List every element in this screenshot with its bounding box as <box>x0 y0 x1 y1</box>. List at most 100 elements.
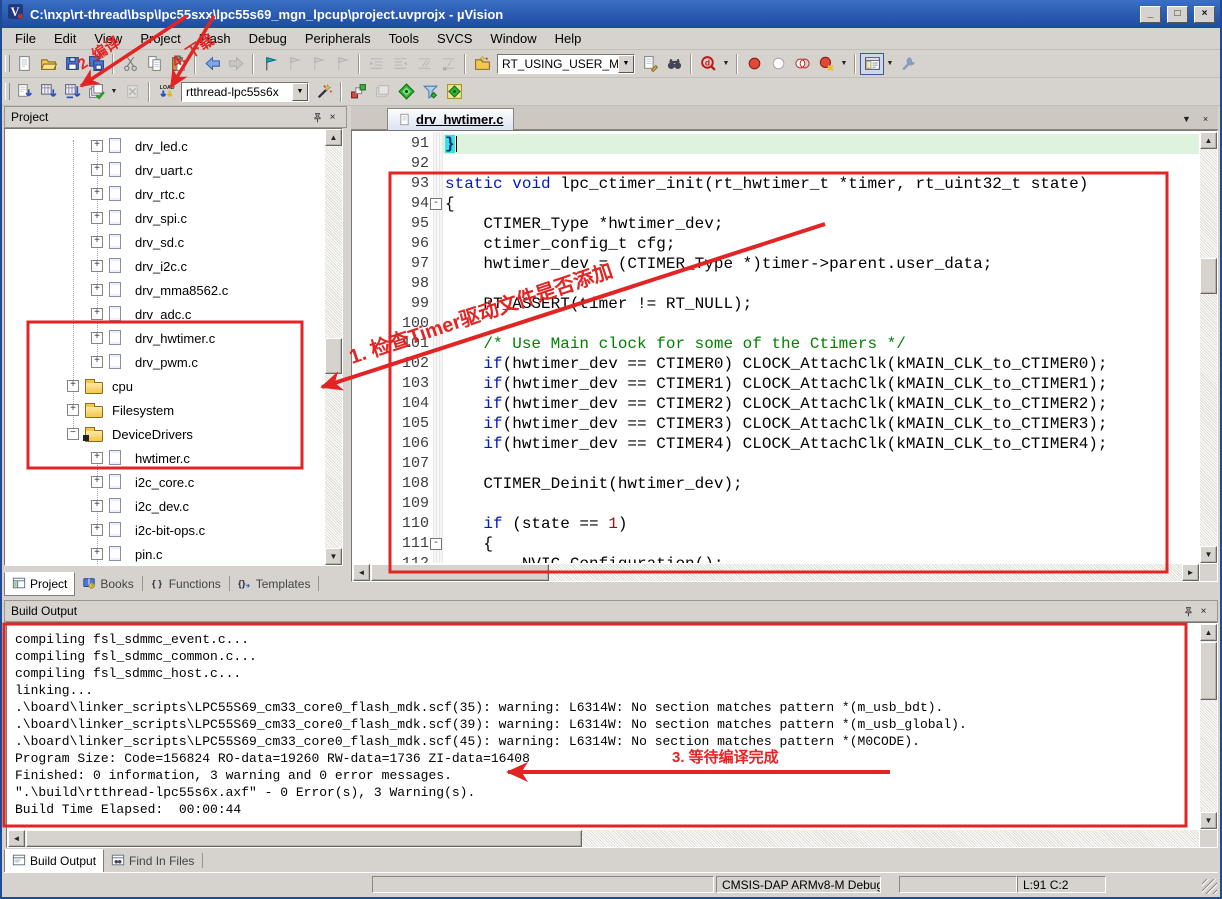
insert-bookmark-button[interactable] <box>258 53 282 75</box>
search-combobox-dropdown-icon[interactable]: ▼ <box>618 55 634 73</box>
resize-grip[interactable] <box>1202 879 1217 894</box>
target-combobox[interactable]: rtthread-lpc55s6x▼ <box>181 82 309 102</box>
fold-collapse-icon[interactable]: - <box>430 198 442 210</box>
quick-search-button[interactable]: d <box>696 53 720 75</box>
clear-bookmarks-button[interactable] <box>330 53 354 75</box>
panel-tab-books[interactable]: ?Books <box>75 572 140 596</box>
tree-scroll-down-icon[interactable]: ▼ <box>325 548 342 565</box>
tree-item-drv-led-c[interactable]: +drv_led.c <box>5 135 342 159</box>
build-scroll-down-icon[interactable]: ▼ <box>1200 812 1217 829</box>
tree-expand-icon[interactable]: + <box>91 140 103 152</box>
project-panel-close-icon[interactable]: × <box>325 110 340 124</box>
options-for-target-button[interactable] <box>312 81 336 103</box>
tree-expand-icon[interactable]: + <box>91 524 103 536</box>
editor-scroll-left-icon[interactable]: ◄ <box>353 564 370 581</box>
menu-view[interactable]: View <box>85 28 131 49</box>
previous-bookmark-button[interactable] <box>282 53 306 75</box>
tree-item-i2c-dev-c[interactable]: +i2c_dev.c <box>5 495 342 519</box>
tree-item-devicedrivers[interactable]: −DeviceDrivers <box>5 423 342 447</box>
tree-expand-icon[interactable]: + <box>91 260 103 272</box>
output-tab-find-in-files[interactable]: Find In Files <box>104 849 201 873</box>
build-output-close-icon[interactable]: × <box>1196 604 1211 618</box>
tree-expand-icon[interactable]: + <box>91 284 103 296</box>
tree-item-drv-rtc-c[interactable]: +drv_rtc.c <box>5 183 342 207</box>
panel-tab-templates[interactable]: {}Templates <box>231 572 318 596</box>
breakpoint-dropdown[interactable]: ▼ <box>838 53 850 75</box>
next-bookmark-button[interactable] <box>306 53 330 75</box>
editor-hscroll-thumb[interactable] <box>371 564 549 581</box>
tree-scroll-up-icon[interactable]: ▲ <box>325 129 342 146</box>
tree-item-drv-i2c-c[interactable]: +drv_i2c.c <box>5 255 342 279</box>
tree-item-pin-c[interactable]: +pin.c <box>5 543 342 566</box>
build-output-log[interactable]: compiling fsl_sdmmc_event.c...compiling … <box>9 625 1198 828</box>
tree-expand-icon[interactable]: − <box>67 428 79 440</box>
tree-item-i2c-core-c[interactable]: +i2c_core.c <box>5 471 342 495</box>
tree-expand-icon[interactable]: + <box>91 452 103 464</box>
save-all-button[interactable] <box>84 53 108 75</box>
unindent-button[interactable] <box>364 53 388 75</box>
tree-expand-icon[interactable]: + <box>91 476 103 488</box>
window-layout-dropdown[interactable]: ▼ <box>884 53 896 75</box>
open-file-button[interactable] <box>36 53 60 75</box>
menu-file[interactable]: File <box>6 28 45 49</box>
build-hscroll-thumb[interactable] <box>26 830 582 847</box>
batch-build-button[interactable] <box>84 81 108 103</box>
editor-scroll-down-icon[interactable]: ▼ <box>1200 546 1217 563</box>
batch-build-dropdown[interactable]: ▼ <box>108 81 120 103</box>
kill-all-breakpoints-button[interactable] <box>814 53 838 75</box>
code-view[interactable]: 91}9293static void lpc_ctimer_init(rt_hw… <box>353 132 1199 563</box>
find-button[interactable] <box>662 53 686 75</box>
tree-expand-icon[interactable]: + <box>91 548 103 560</box>
stop-build-button[interactable] <box>120 81 144 103</box>
editor-scroll-up-icon[interactable]: ▲ <box>1200 132 1217 149</box>
configuration-wizard-button[interactable] <box>470 53 494 75</box>
user-tools-button[interactable] <box>896 53 920 75</box>
window-layout-button[interactable] <box>860 53 884 75</box>
tree-item-filesystem[interactable]: +Filesystem <box>5 399 342 423</box>
minimize-button[interactable]: _ <box>1140 6 1161 23</box>
manage-project-items-button[interactable] <box>346 81 370 103</box>
uncomment-selection-button[interactable] <box>436 53 460 75</box>
cut-button[interactable] <box>118 53 142 75</box>
select-software-packs-button[interactable] <box>418 81 442 103</box>
build-scroll-left-icon[interactable]: ◄ <box>8 830 25 847</box>
find-in-files-button[interactable] <box>638 53 662 75</box>
pack-installer-button[interactable] <box>442 81 466 103</box>
editor-close-icon[interactable]: × <box>1198 111 1213 126</box>
menu-svcs[interactable]: SVCS <box>428 28 481 49</box>
tree-item-drv-mma8562-c[interactable]: +drv_mma8562.c <box>5 279 342 303</box>
panel-tab-project[interactable]: Project <box>4 572 75 596</box>
manage-run-time-environment-button[interactable] <box>394 81 418 103</box>
restore-button[interactable]: □ <box>1167 6 1188 23</box>
tree-item-hwtimer-c[interactable]: +hwtimer.c <box>5 447 342 471</box>
new-file-button[interactable] <box>12 53 36 75</box>
menu-edit[interactable]: Edit <box>45 28 85 49</box>
build-scroll-up-icon[interactable]: ▲ <box>1200 624 1217 641</box>
menu-peripherals[interactable]: Peripherals <box>296 28 380 49</box>
enable-breakpoint-button[interactable] <box>766 53 790 75</box>
build-button[interactable] <box>36 81 60 103</box>
tree-expand-icon[interactable]: + <box>91 188 103 200</box>
save-button[interactable] <box>60 53 84 75</box>
fold-collapse-icon[interactable]: - <box>430 538 442 550</box>
tab-list-chevron-icon[interactable]: ▼ <box>1179 111 1194 126</box>
tree-item-drv-adc-c[interactable]: +drv_adc.c <box>5 303 342 327</box>
tree-expand-icon[interactable]: + <box>91 308 103 320</box>
comment-selection-button[interactable] <box>412 53 436 75</box>
tree-item-drv-hwtimer-c[interactable]: +drv_hwtimer.c <box>5 327 342 351</box>
editor-vscrollbar[interactable] <box>1200 132 1217 563</box>
disable-breakpoint-button[interactable] <box>790 53 814 75</box>
editor-tab-drv-hwtimer[interactable]: drv_hwtimer.c <box>387 108 514 130</box>
quick-search-dropdown[interactable]: ▼ <box>720 53 732 75</box>
menu-help[interactable]: Help <box>546 28 591 49</box>
tree-expand-icon[interactable]: + <box>91 500 103 512</box>
panel-tab-functions[interactable]: { }Functions <box>144 572 228 596</box>
tree-item-drv-sd-c[interactable]: +drv_sd.c <box>5 231 342 255</box>
tree-item-drv-spi-c[interactable]: +drv_spi.c <box>5 207 342 231</box>
navigate-forward-button[interactable] <box>224 53 248 75</box>
close-button[interactable]: × <box>1194 6 1215 23</box>
menu-debug[interactable]: Debug <box>240 28 296 49</box>
editor-scroll-right-icon[interactable]: ► <box>1182 564 1199 581</box>
multi-project-workspace-button[interactable] <box>370 81 394 103</box>
tree-expand-icon[interactable]: + <box>91 212 103 224</box>
